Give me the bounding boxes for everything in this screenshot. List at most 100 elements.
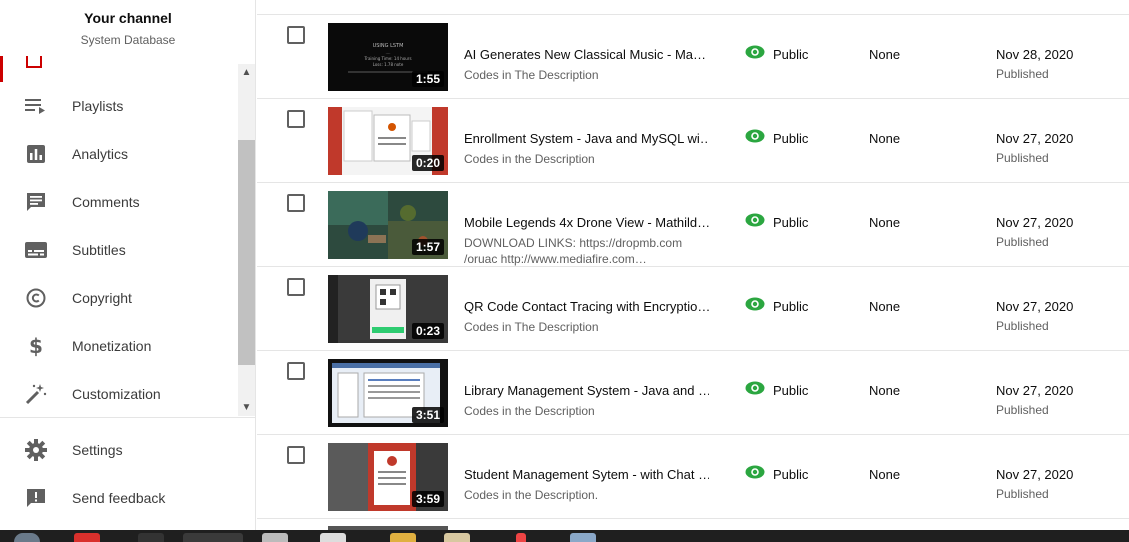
eye-icon <box>745 213 765 227</box>
date-value: Nov 27, 2020 <box>996 467 1074 482</box>
date-value: Nov 27, 2020 <box>996 383 1074 398</box>
row-checkbox[interactable] <box>287 362 305 380</box>
video-thumbnail[interactable]: 0:23 <box>328 275 448 343</box>
app-icon[interactable] <box>183 533 243 542</box>
status-value: Published <box>996 487 1049 501</box>
eye-icon <box>745 45 765 59</box>
channel-title: Your channel <box>84 10 172 26</box>
sidebar-item-label: Copyright <box>72 290 132 306</box>
video-title[interactable]: Library Management System - Java and … <box>464 383 709 398</box>
sidebar-item-label: Comments <box>72 194 140 210</box>
date-value: Nov 27, 2020 <box>996 131 1074 146</box>
date-value: Nov 27, 2020 <box>996 215 1074 230</box>
visibility-value[interactable]: Public <box>773 467 808 482</box>
video-duration: 1:55 <box>411 71 444 87</box>
visibility-value[interactable]: Public <box>773 383 808 398</box>
scroll-down-icon[interactable]: ▼ <box>238 399 255 416</box>
video-description: Codes in The Description <box>464 68 599 82</box>
app-icon[interactable] <box>138 533 164 542</box>
row-checkbox[interactable] <box>287 110 305 128</box>
sidebar-item-label: Playlists <box>72 98 124 114</box>
app-icon[interactable] <box>320 533 346 542</box>
sidebar-item-subtitles[interactable]: Subtitles <box>0 226 238 274</box>
date-value: Nov 28, 2020 <box>996 47 1074 62</box>
restrictions-value: None <box>869 131 901 146</box>
sidebar-item-label: Subtitles <box>72 242 126 258</box>
video-title[interactable]: Student Management Sytem - with Chat … <box>464 467 709 482</box>
svg-text:....: .... <box>385 50 390 55</box>
svg-text:Training Time: 14 hours: Training Time: 14 hours <box>363 56 411 61</box>
video-description: Codes in The Description <box>464 320 599 334</box>
sidebar-item-label: Customization <box>72 386 161 402</box>
table-row[interactable]: 0:23 QR Code Contact Tracing with Encryp… <box>257 267 1129 351</box>
video-duration: 0:23 <box>411 323 444 339</box>
app-icon[interactable] <box>570 533 596 542</box>
app-icon[interactable] <box>516 533 526 542</box>
visibility-value[interactable]: Public <box>773 47 808 62</box>
sidebar-item-analytics[interactable]: Analytics <box>0 130 238 178</box>
video-thumbnail[interactable]: 0:20 <box>328 107 448 175</box>
sidebar-scroll-thumb[interactable] <box>238 140 255 365</box>
app-icon[interactable] <box>74 533 100 542</box>
status-value: Published <box>996 319 1049 333</box>
table-row[interactable]: 1:57 Mobile Legends 4x Drone View - Math… <box>257 183 1129 267</box>
table-row[interactable]: 0:20 Enrollment System - Java and MySQL … <box>257 99 1129 183</box>
table-row[interactable]: 3:59 Student Management Sytem - with Cha… <box>257 435 1129 519</box>
row-checkbox[interactable] <box>287 194 305 212</box>
restrictions-value: None <box>869 215 901 230</box>
scroll-up-icon[interactable]: ▲ <box>238 64 255 81</box>
sidebar-item-feedback[interactable]: Send feedback <box>0 474 238 522</box>
playlist-icon <box>24 94 48 118</box>
sidebar-item-playlists[interactable]: Playlists <box>0 82 238 130</box>
sidebar-item-customization[interactable]: Customization <box>0 370 238 418</box>
comments-icon <box>24 190 48 214</box>
video-title[interactable]: Enrollment System - Java and MySQL wi… <box>464 131 709 146</box>
table-row[interactable]: USING LSTM.... Training Time: 14 hours Los… <box>257 15 1129 99</box>
date-value: Nov 27, 2020 <box>996 299 1074 314</box>
visibility-value[interactable]: Public <box>773 299 808 314</box>
sidebar-item-monetization[interactable]: $ Monetization <box>0 322 238 370</box>
video-title[interactable]: QR Code Contact Tracing with Encryptio… <box>464 299 709 314</box>
svg-text:Loss: 1.78 note: Loss: 1.78 note <box>373 62 404 67</box>
sidebar-item-label: Monetization <box>72 338 152 354</box>
video-thumbnail[interactable]: USING LSTM.... Training Time: 14 hours Los… <box>328 23 448 91</box>
app-icon[interactable] <box>262 533 288 542</box>
eye-icon <box>745 297 765 311</box>
status-value: Published <box>996 403 1049 417</box>
restrictions-value: None <box>869 299 901 314</box>
feedback-icon <box>24 486 48 510</box>
sidebar-item-copyright[interactable]: Copyright <box>0 274 238 322</box>
video-thumbnail[interactable]: 3:51 <box>328 359 448 427</box>
status-value: Published <box>996 67 1049 81</box>
channel-header: Your channel System Database <box>0 0 256 56</box>
video-thumbnail[interactable]: 3:59 <box>328 443 448 511</box>
subtitles-icon <box>24 238 48 262</box>
svg-text:$: $ <box>29 335 43 357</box>
visibility-value[interactable]: Public <box>773 215 808 230</box>
row-checkbox[interactable] <box>287 278 305 296</box>
restrictions-value: None <box>869 467 901 482</box>
sidebar-item-comments[interactable]: Comments <box>0 178 238 226</box>
video-title[interactable]: AI Generates New Classical Music - Ma… <box>464 47 709 62</box>
sidebar-item-settings[interactable]: Settings <box>0 426 238 474</box>
app-icon[interactable] <box>444 533 470 542</box>
row-checkbox[interactable] <box>287 446 305 464</box>
videos-icon <box>26 56 42 68</box>
taskbar <box>0 530 1129 542</box>
video-description: Codes in the Description <box>464 152 595 166</box>
row-checkbox[interactable] <box>287 26 305 44</box>
video-duration: 0:20 <box>411 155 444 171</box>
status-value: Published <box>996 151 1049 165</box>
visibility-value[interactable]: Public <box>773 131 808 146</box>
video-title[interactable]: Mobile Legends 4x Drone View - Mathild… <box>464 215 709 230</box>
dollar-icon: $ <box>24 334 48 358</box>
start-icon[interactable] <box>14 533 40 542</box>
active-indicator <box>0 56 3 82</box>
gear-icon <box>24 438 48 462</box>
sidebar-item-label: Settings <box>72 442 123 458</box>
app-icon[interactable] <box>390 533 416 542</box>
eye-icon <box>745 129 765 143</box>
status-value: Published <box>996 235 1049 249</box>
video-thumbnail[interactable]: 1:57 <box>328 191 448 259</box>
table-row[interactable]: 3:51 Library Management System - Java an… <box>257 351 1129 435</box>
